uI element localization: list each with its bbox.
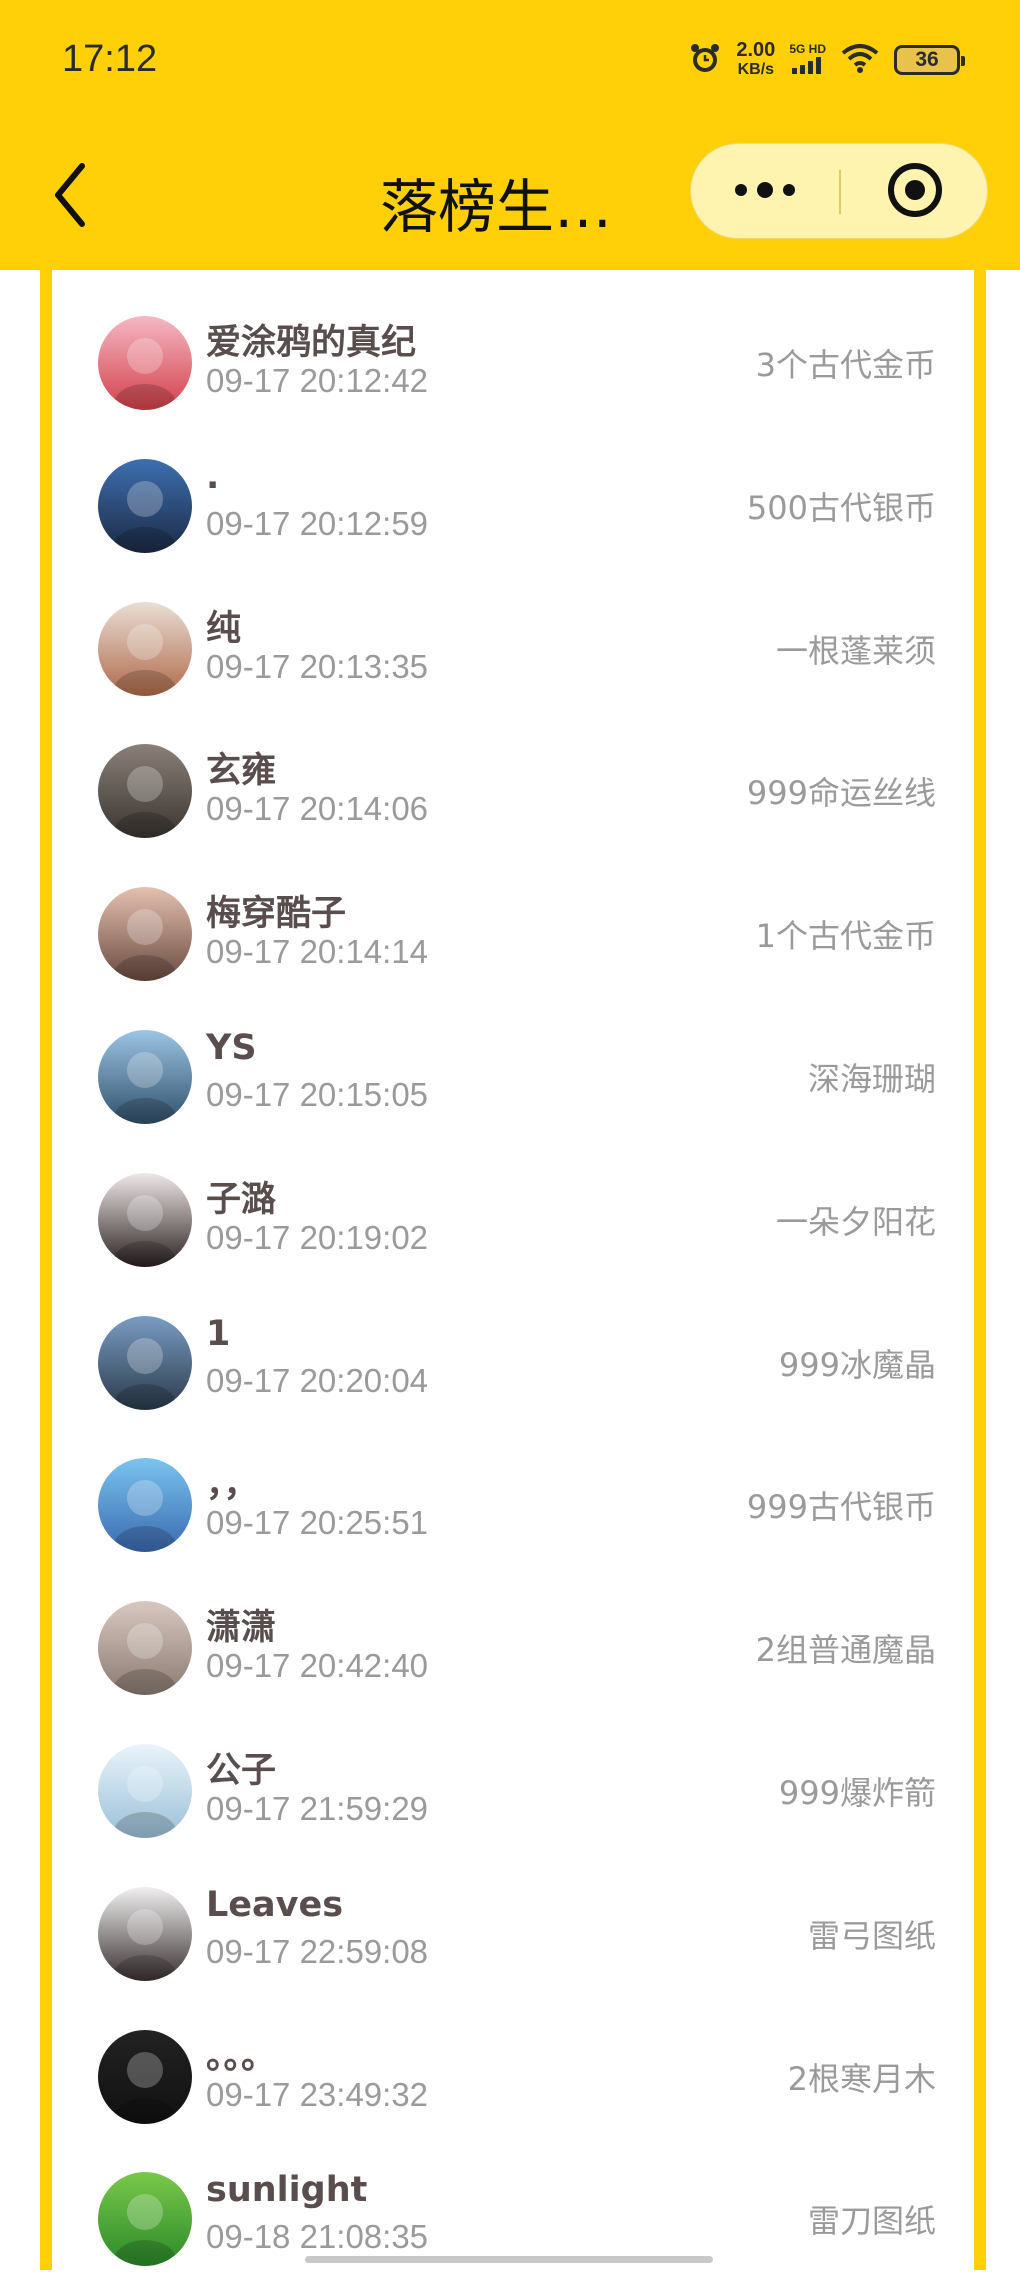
user-name: 潇潇 xyxy=(206,1608,277,1649)
avatar xyxy=(98,1601,192,1696)
list-item[interactable]: 1 09-17 20:20:04 999冰魔晶 xyxy=(52,1282,974,1425)
reward-text: 雷弓图纸 xyxy=(807,1916,936,1955)
reward-text: 2根寒月木 xyxy=(787,2059,936,2098)
reward-text: 2组普通魔晶 xyxy=(755,1631,936,1670)
back-button[interactable] xyxy=(50,160,100,230)
entry-time: 09-17 20:14:06 xyxy=(206,790,429,828)
battery-indicator: 36 xyxy=(894,45,965,75)
reward-text: 999古代银币 xyxy=(746,1488,936,1527)
avatar xyxy=(98,2029,192,2124)
status-time: 17:12 xyxy=(62,38,158,80)
entry-time: 09-17 20:14:14 xyxy=(206,933,429,971)
list-item[interactable]: 梅穿酷子 09-17 20:14:14 1个古代金币 xyxy=(52,853,974,996)
avatar xyxy=(98,1172,192,1267)
reward-text: 1个古代金币 xyxy=(755,917,936,956)
reward-text: 999命运丝线 xyxy=(746,774,936,813)
list-item[interactable]: 。。。 09-17 23:49:32 2根寒月木 xyxy=(52,1996,974,2139)
avatar xyxy=(98,1458,192,1553)
network-speed: 2.00 KB/s xyxy=(736,40,775,80)
user-name: 公子 xyxy=(206,1751,277,1791)
entry-time: 09-17 20:13:35 xyxy=(206,647,429,685)
list-item[interactable]: 子潞 09-17 20:19:02 一朵夕阳花 xyxy=(52,1139,974,1282)
entry-time: 09-17 20:25:51 xyxy=(206,1504,429,1542)
reward-text: 3个古代金币 xyxy=(755,346,936,384)
avatar xyxy=(98,1744,192,1838)
list-frame: 爱涂鸦的真纪 09-17 20:12:42 3个古代金币. 09-17 20:12:5… xyxy=(40,270,986,2270)
home-indicator[interactable] xyxy=(305,2256,713,2263)
network-speed-unit: KB/s xyxy=(737,61,775,78)
avatar xyxy=(98,744,192,839)
entry-time: 09-17 20:12:42 xyxy=(206,362,429,399)
reward-text: 一朵夕阳花 xyxy=(775,1202,936,1241)
entry-time: 09-17 20:19:02 xyxy=(206,1218,429,1256)
status-icons: 2.00 KB/s 5G HD 36 xyxy=(688,40,965,80)
list-item[interactable]: ，， 09-17 20:25:51 999古代银币 xyxy=(52,1424,974,1567)
reward-text: 500古代银币 xyxy=(746,488,936,527)
avatar xyxy=(98,458,192,553)
avatar xyxy=(98,316,192,410)
avatar xyxy=(98,1030,192,1124)
reward-text: 雷刀图纸 xyxy=(807,2202,936,2241)
entry-time: 09-17 20:15:05 xyxy=(206,1076,429,1113)
user-name: 纯 xyxy=(206,608,242,649)
user-name: 梅穿酷子 xyxy=(206,894,347,935)
user-name: sunlight xyxy=(206,2170,368,2211)
alarm-icon xyxy=(688,41,722,79)
list-item[interactable]: 玄雍 09-17 20:14:06 999命运丝线 xyxy=(52,710,974,853)
avatar xyxy=(98,601,192,696)
target-close-icon xyxy=(886,161,944,223)
reward-text: 999冰魔晶 xyxy=(778,1345,936,1384)
cellular-signal: 5G HD xyxy=(789,42,826,78)
reward-text: 999爆炸箭 xyxy=(778,1774,936,1812)
user-name: . xyxy=(206,456,220,497)
network-speed-value: 2.00 xyxy=(736,39,776,61)
page-title: 落榜生… xyxy=(380,173,613,241)
more-button[interactable] xyxy=(691,144,839,240)
entry-time: 09-18 21:08:35 xyxy=(206,2218,429,2256)
wifi-icon xyxy=(840,43,880,77)
list-item[interactable]: YS 09-17 20:15:05 深海珊瑚 xyxy=(52,996,974,1139)
avatar xyxy=(98,887,192,982)
entry-time: 09-17 22:59:08 xyxy=(206,1932,429,1970)
user-name: 爱涂鸦的真纪 xyxy=(206,323,417,363)
user-name: YS xyxy=(206,1028,257,1068)
list-item[interactable]: 纯 09-17 20:13:35 一根蓬莱须 xyxy=(52,568,974,711)
entry-time: 09-17 20:12:59 xyxy=(206,504,429,542)
list-item[interactable]: 公子 09-17 21:59:29 999爆炸箭 xyxy=(52,1710,974,1853)
more-dots-icon xyxy=(733,180,797,204)
list-item[interactable]: Leaves 09-17 22:59:08 雷弓图纸 xyxy=(52,1853,974,1996)
list-item[interactable]: . 09-17 20:12:59 500古代银币 xyxy=(52,425,974,568)
chevron-left-icon xyxy=(50,163,90,234)
list-item[interactable]: 爱涂鸦的真纪 09-17 20:12:42 3个古代金币 xyxy=(52,282,974,425)
entry-time: 09-17 20:20:04 xyxy=(206,1361,429,1399)
user-name: 1 xyxy=(206,1313,231,1354)
entry-time: 09-17 23:49:32 xyxy=(206,2075,429,2113)
user-name: 。。。 xyxy=(206,2036,277,2077)
signal-label: 5G HD xyxy=(789,42,826,56)
avatar xyxy=(98,1886,192,1981)
entry-time: 09-17 20:42:40 xyxy=(206,1647,429,1685)
user-name: 子潞 xyxy=(206,1179,277,1220)
mini-program-capsule xyxy=(690,143,988,239)
reward-text: 一根蓬莱须 xyxy=(775,631,936,670)
status-bar: 17:12 2.00 KB/s 5G HD 36 xyxy=(0,0,1020,130)
user-name: Leaves xyxy=(206,1884,344,1925)
list-item[interactable]: 潇潇 09-17 20:42:40 2组普通魔晶 xyxy=(52,1567,974,1710)
user-name: 玄雍 xyxy=(206,751,277,792)
entry-time: 09-17 21:59:29 xyxy=(206,1790,429,1827)
close-button[interactable] xyxy=(841,144,989,240)
signal-bars-icon xyxy=(790,56,826,78)
user-name: ，， xyxy=(206,1465,259,1506)
avatar xyxy=(98,2172,192,2267)
reward-text: 深海珊瑚 xyxy=(807,1060,936,1098)
avatar xyxy=(98,1315,192,1410)
